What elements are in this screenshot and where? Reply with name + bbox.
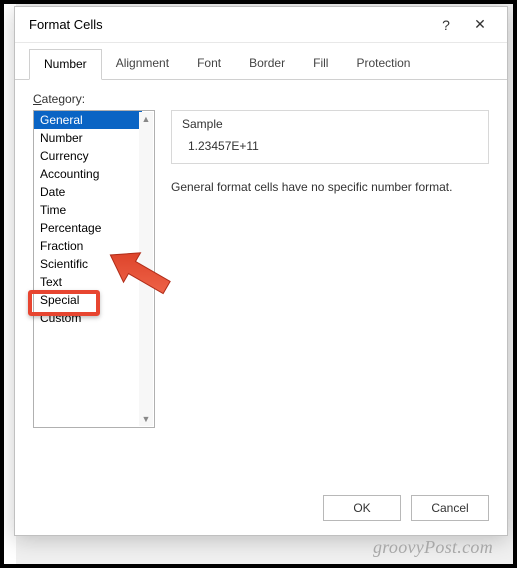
- category-item-fraction[interactable]: Fraction: [34, 237, 142, 255]
- list-item-label: Scientific: [40, 257, 88, 271]
- ok-button[interactable]: OK: [323, 495, 401, 521]
- cancel-button[interactable]: Cancel: [411, 495, 489, 521]
- dialog-footer: OK Cancel: [323, 495, 489, 521]
- tab-font[interactable]: Font: [183, 49, 235, 79]
- tab-label: Fill: [313, 56, 328, 70]
- close-button[interactable]: ✕: [463, 11, 497, 39]
- sample-box: Sample 1.23457E+11: [171, 110, 489, 164]
- title-bar: Format Cells ? ✕: [15, 7, 507, 43]
- tab-fill[interactable]: Fill: [299, 49, 342, 79]
- format-description: General format cells have no specific nu…: [171, 180, 489, 194]
- category-label: Category:: [33, 92, 489, 106]
- tab-label: Protection: [356, 56, 410, 70]
- category-item-time[interactable]: Time: [34, 201, 142, 219]
- tab-bar: Number Alignment Font Border Fill Protec…: [15, 43, 507, 80]
- list-item-label: Special: [40, 293, 79, 307]
- category-listbox[interactable]: General Number Currency Accounting Date …: [33, 110, 155, 428]
- list-item-label: Custom: [40, 311, 81, 325]
- category-item-currency[interactable]: Currency: [34, 147, 142, 165]
- list-item-label: Date: [40, 185, 65, 199]
- scroll-up-icon: ▲: [142, 112, 151, 126]
- tab-border[interactable]: Border: [235, 49, 299, 79]
- category-item-general[interactable]: General: [34, 111, 142, 129]
- category-item-date[interactable]: Date: [34, 183, 142, 201]
- listbox-scrollbar[interactable]: ▲ ▼: [139, 112, 153, 426]
- format-cells-dialog: Format Cells ? ✕ Number Alignment Font B…: [14, 6, 508, 536]
- dialog-body: Category: General Number Currency Accoun…: [15, 80, 507, 428]
- dialog-title: Format Cells: [29, 17, 429, 32]
- category-item-special[interactable]: Special: [34, 291, 142, 309]
- sample-label: Sample: [182, 117, 478, 131]
- help-icon: ?: [442, 17, 450, 33]
- scroll-down-icon: ▼: [142, 412, 151, 426]
- category-item-scientific[interactable]: Scientific: [34, 255, 142, 273]
- tab-alignment[interactable]: Alignment: [102, 49, 183, 79]
- button-label: Cancel: [431, 501, 468, 515]
- tab-label: Number: [44, 57, 87, 71]
- category-item-percentage[interactable]: Percentage: [34, 219, 142, 237]
- help-button[interactable]: ?: [429, 11, 463, 39]
- category-item-custom[interactable]: Custom: [34, 309, 142, 327]
- list-item-label: Currency: [40, 149, 89, 163]
- list-item-label: Accounting: [40, 167, 99, 181]
- tab-protection[interactable]: Protection: [342, 49, 424, 79]
- sample-value: 1.23457E+11: [182, 139, 478, 153]
- list-item-label: General: [40, 113, 83, 127]
- watermark: groovyPost.com: [373, 537, 493, 558]
- list-item-label: Text: [40, 275, 62, 289]
- category-item-number[interactable]: Number: [34, 129, 142, 147]
- list-item-label: Time: [40, 203, 66, 217]
- category-item-text[interactable]: Text: [34, 273, 142, 291]
- tab-label: Font: [197, 56, 221, 70]
- list-item-label: Percentage: [40, 221, 101, 235]
- tab-label: Alignment: [116, 56, 169, 70]
- tab-number[interactable]: Number: [29, 49, 102, 80]
- right-column: Sample 1.23457E+11 General format cells …: [171, 110, 489, 428]
- category-item-accounting[interactable]: Accounting: [34, 165, 142, 183]
- list-item-label: Number: [40, 131, 83, 145]
- list-item-label: Fraction: [40, 239, 83, 253]
- button-label: OK: [353, 501, 370, 515]
- tab-label: Border: [249, 56, 285, 70]
- close-icon: ✕: [474, 16, 486, 33]
